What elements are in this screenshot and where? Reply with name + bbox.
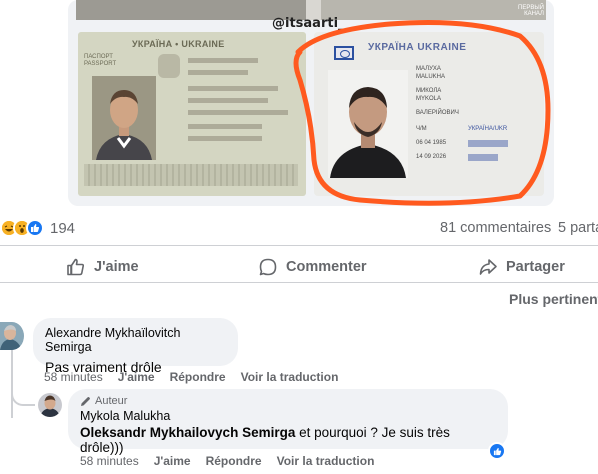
id-field-name: МИКОЛА <box>416 88 442 94</box>
shares-count-link[interactable]: 5 parta <box>558 220 598 236</box>
reply-bubble: Auteur Mykola Malukha Oleksandr Mykhailo… <box>68 389 508 455</box>
reply-translate-link[interactable]: Voir la traduction <box>277 454 375 468</box>
reply-author[interactable]: Mykola Malukha <box>80 409 496 423</box>
thumbs-up-icon <box>67 258 85 276</box>
id-field-surname: МАЛУХА <box>416 66 441 72</box>
emblem-icon <box>158 54 180 78</box>
comment-translate-link[interactable]: Voir la traduction <box>241 370 339 384</box>
id-field-patronymic: ВАЛЕРІЙОВИЧ <box>416 110 459 116</box>
watermark: @itsaarti_ <box>272 16 345 31</box>
passport-mrz <box>84 164 298 186</box>
id-field-sex: Ч/M <box>416 126 427 132</box>
passport-face <box>92 76 156 160</box>
pencil-icon <box>81 396 90 406</box>
divider <box>0 245 598 246</box>
comment-like-link[interactable]: J'aime <box>118 370 155 384</box>
reply-meta: 58 minutes J'aime Répondre Voir la tradu… <box>80 454 389 468</box>
thread-line <box>11 348 13 418</box>
id-field-surname-latin: MALUKHA <box>416 74 446 80</box>
reply-like-badge[interactable] <box>488 442 506 460</box>
id-card-photo: УКРАЇНА UKRAINE МАЛУХА MALUKHA МИКОЛА MY… <box>314 32 544 196</box>
comment-sort-dropdown[interactable]: Plus pertinent <box>509 291 598 307</box>
comment-button[interactable]: Commenter <box>258 254 367 280</box>
avatar[interactable] <box>0 322 24 350</box>
reaction-summary[interactable]: 194 <box>0 218 75 238</box>
passport-side-label: ПАСПОРТ PASSPORT <box>84 54 117 67</box>
reply-mention[interactable]: Oleksandr Mykhailovych Semirga <box>80 425 295 440</box>
id-field-birthdate: 06 04 1985 <box>416 140 447 146</box>
reply-timestamp[interactable]: 58 minutes <box>80 454 139 468</box>
like-icon <box>26 219 44 237</box>
id-card-title: УКРАЇНА UKRAINE <box>368 42 467 53</box>
id-field-nationality: УКРАЇНА/UKR <box>468 126 508 132</box>
comments-count-link[interactable]: 81 commentaires <box>440 220 551 236</box>
reply-avatar[interactable] <box>38 393 62 417</box>
comment-meta: 58 minutes J'aime Répondre Voir la tradu… <box>44 370 353 384</box>
id-field-name-latin: MYKOLA <box>416 96 442 102</box>
share-button[interactable]: Partager <box>478 254 565 280</box>
comment-reply-link[interactable]: Répondre <box>170 370 226 384</box>
id-card-face <box>328 70 408 178</box>
reply-like-link[interactable]: J'aime <box>154 454 191 468</box>
passport-photo: УКРАЇНА • UKRAINE ПАСПОРТ PASSPORT <box>78 32 306 196</box>
reply-connector <box>11 384 35 406</box>
comment-timestamp[interactable]: 58 minutes <box>44 370 103 384</box>
author-badge: Auteur <box>80 395 496 407</box>
reaction-count: 194 <box>50 219 76 237</box>
like-button-label: J'aime <box>94 259 139 275</box>
comment-button-label: Commenter <box>286 259 367 275</box>
post-image[interactable]: ПЕРВЫЙ КАНАЛ @itsaarti_ УКРАЇНА • UKRAIN… <box>0 0 598 210</box>
reply-text: Oleksandr Mykhailovych Semirga et pourqu… <box>80 425 496 455</box>
author-badge-label: Auteur <box>95 395 128 407</box>
divider <box>0 282 598 283</box>
share-icon <box>479 259 497 275</box>
corner-tag: ПЕРВЫЙ КАНАЛ <box>518 5 544 17</box>
passport-header: УКРАЇНА • UKRAINE <box>132 39 225 49</box>
comment-icon <box>259 258 277 276</box>
comment-bubble: Alexandre Mykhaïlovitch Semirga Pas vrai… <box>33 318 238 375</box>
id-field-expiry: 14 09 2026 <box>416 154 447 160</box>
share-button-label: Partager <box>506 259 565 275</box>
like-icon <box>493 447 501 455</box>
reply-reply-link[interactable]: Répondre <box>206 454 262 468</box>
comment-author[interactable]: Alexandre Mykhaïlovitch Semirga <box>45 326 226 354</box>
like-button[interactable]: J'aime <box>66 254 139 280</box>
id-card-flag-icon <box>334 46 354 60</box>
